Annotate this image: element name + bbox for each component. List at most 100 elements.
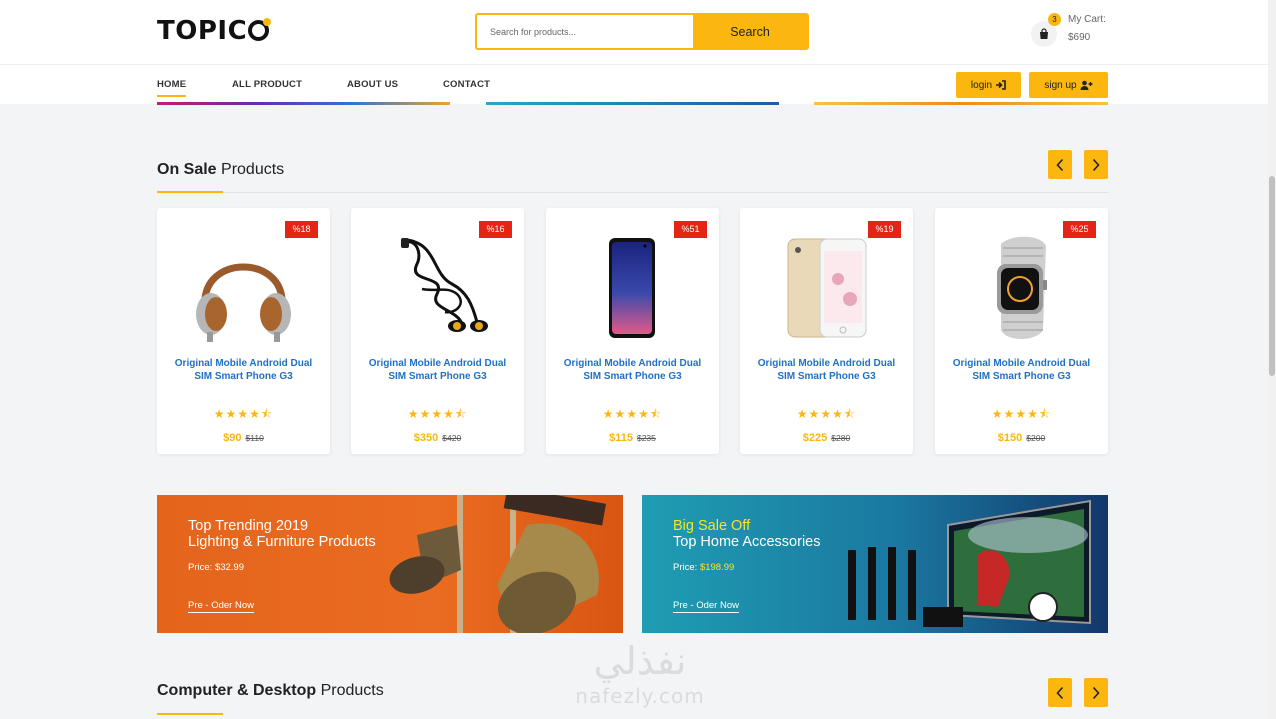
banner-line2: Top Home Accessories [673, 533, 821, 550]
search-button[interactable]: Search [693, 15, 807, 48]
earphones-icon [401, 238, 488, 332]
rating-stars: ★★★★⯪ [407, 407, 468, 421]
product-name[interactable]: Original Mobile Android Dual SIM Smart P… [748, 358, 905, 383]
price: $115 [609, 432, 633, 444]
section-divider [157, 192, 1108, 193]
iphone-icon [787, 238, 867, 338]
login-label: login [970, 79, 993, 91]
banner-price-label: Price: [188, 562, 215, 573]
on-sale-prev-button[interactable] [1048, 150, 1072, 179]
banner-price-value: $32.99 [214, 562, 244, 573]
previous-banner-strip-2 [486, 102, 779, 105]
header: TOPIC Search 3 My Cart: $690 [0, 0, 1268, 64]
product-card[interactable]: %25 Original Mobile Android Dual SIM Sma… [935, 208, 1108, 454]
tv-speakers-image [848, 499, 1091, 627]
topico-logo[interactable]: TOPIC [157, 16, 272, 46]
previous-banner-strip-3 [814, 102, 1108, 105]
previous-banner-strip-1 [157, 102, 450, 105]
section-accent-line [157, 191, 223, 193]
signup-button[interactable]: sign up [1029, 72, 1108, 98]
old-price: $280 [831, 433, 851, 443]
banner-price-value: $198.99 [699, 562, 735, 573]
navbar: HOME ALL PRODUCT ABOUT US CONTACT login … [0, 64, 1268, 104]
on-sale-title-bold: On Sale [157, 161, 217, 178]
rating-stars: ★★★★⯪ [796, 407, 857, 421]
product-name[interactable]: Original Mobile Android Dual SIM Smart P… [943, 358, 1100, 383]
logo-o-mark [248, 18, 272, 41]
price-row: $350 $420 [351, 428, 524, 446]
user-plus-icon [1080, 80, 1093, 90]
watermark-latin: nafezly.com [575, 684, 705, 708]
rating-stars: ★★★★⯪ [213, 407, 274, 421]
chevron-left-icon [1056, 686, 1064, 699]
old-price: $110 [245, 433, 264, 443]
price: $225 [802, 432, 828, 444]
smartwatch-icon [997, 236, 1047, 339]
signup-label: sign up [1044, 79, 1077, 91]
old-price: $200 [1026, 433, 1046, 443]
rating-stars: ★★★★⯪ [602, 407, 663, 421]
on-sale-title: On Sale Products [157, 161, 284, 179]
banner-line1: Top Trending 2019 [188, 518, 309, 534]
watermark-arabic: نفذلي [593, 639, 687, 683]
rating-stars: ★★★★⯪ [991, 407, 1052, 421]
price-row: $115 $235 [546, 428, 719, 446]
section-accent-line [157, 713, 223, 715]
on-sale-next-button[interactable] [1084, 150, 1108, 179]
promo-banner-accessories[interactable]: Big Sale Off Top Home Accessories Price: … [642, 495, 1108, 633]
headphones-icon [196, 263, 291, 342]
computer-title-rest: Products [316, 682, 384, 699]
product-name[interactable]: Original Mobile Android Dual SIM Smart P… [554, 358, 711, 383]
lamp-image [389, 495, 606, 633]
price: $90 [223, 432, 242, 444]
old-price: $235 [636, 433, 656, 443]
price-row: $90 $110 [157, 428, 330, 446]
chevron-right-icon [1092, 158, 1100, 171]
nav-all-product[interactable]: ALL PRODUCT [232, 79, 302, 90]
price-row: $150 $200 [935, 428, 1108, 446]
sign-in-icon [996, 80, 1006, 90]
chevron-right-icon [1092, 686, 1100, 699]
banner-price: Price: $198.99 [673, 562, 734, 573]
scrollbar-thumb[interactable] [1269, 176, 1275, 376]
computer-section-title: Computer & Desktop Products [157, 682, 384, 700]
search-bar: Search [475, 13, 809, 50]
on-sale-title-rest: Products [216, 161, 285, 178]
banner-price: Price: $32.99 [188, 562, 244, 573]
product-card[interactable]: %18 Original Mobile Android Dual SIM Sma… [157, 208, 330, 454]
product-card[interactable]: %51 Original Mobile Android Dual SIM Sma… [546, 208, 719, 454]
old-price: $420 [442, 433, 462, 443]
cart-amount: $690 [1068, 32, 1091, 43]
banner-line1: Big Sale Off [673, 518, 751, 534]
price: $150 [997, 432, 1023, 444]
cart-count-badge: 3 [1048, 13, 1061, 26]
login-button[interactable]: login [956, 72, 1021, 98]
smartphone-icon [609, 238, 655, 338]
banner-line2: Lighting & Furniture Products [188, 533, 376, 550]
price: $350 [413, 432, 439, 444]
banner-price-label: Price: [673, 562, 700, 573]
banner-heading: Big Sale Off Top Home Accessories [673, 518, 821, 550]
search-input[interactable] [477, 15, 693, 48]
product-name[interactable]: Original Mobile Android Dual SIM Smart P… [165, 358, 322, 383]
computer-next-button[interactable] [1084, 678, 1108, 707]
chevron-left-icon [1056, 158, 1064, 171]
nav-about-us[interactable]: ABOUT US [347, 79, 398, 90]
pre-order-link[interactable]: Pre - Oder Now [188, 600, 254, 613]
product-card[interactable]: %16 Original Mobile Android Dual SIM Sma… [351, 208, 524, 454]
promo-banner-lighting[interactable]: Top Trending 2019 Lighting & Furniture Pr… [157, 495, 623, 633]
nav-home[interactable]: HOME [157, 79, 187, 97]
product-name[interactable]: Original Mobile Android Dual SIM Smart P… [359, 358, 516, 383]
logo-text: TOPIC [157, 16, 248, 46]
computer-title-bold: Computer & Desktop [157, 682, 317, 699]
pre-order-link[interactable]: Pre - Oder Now [673, 600, 739, 613]
cart-widget[interactable]: 3 My Cart: $690 [1031, 13, 1121, 49]
product-card[interactable]: %19 Original Mobile Android Dual SIM Sma… [740, 208, 913, 454]
computer-prev-button[interactable] [1048, 678, 1072, 707]
banner-heading: Top Trending 2019 Lighting & Furniture Pr… [188, 518, 376, 550]
cart-label: My Cart: [1068, 14, 1106, 25]
nafezly-watermark: نفذلي nafezly.com [560, 640, 720, 719]
price-row: $225 $280 [740, 428, 913, 446]
nav-contact[interactable]: CONTACT [443, 79, 490, 90]
page-scrollbar[interactable] [1268, 0, 1276, 719]
